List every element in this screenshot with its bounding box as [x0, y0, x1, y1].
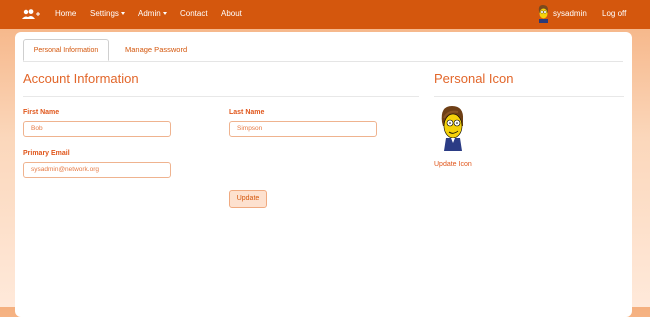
- account-divider: [23, 96, 419, 97]
- personal-avatar-image: [441, 106, 464, 151]
- tab-bar: Personal Information Manage Password: [23, 39, 623, 62]
- primary-email-field[interactable]: sysadmin@network.org: [23, 162, 171, 178]
- account-information-title: Account Information: [23, 71, 139, 86]
- last-name-field[interactable]: Simpson: [229, 121, 377, 137]
- top-navbar: Home Settings Admin Contact About sysadm…: [0, 0, 650, 29]
- primary-email-label: Primary Email: [23, 150, 70, 157]
- first-name-label: First Name: [23, 109, 60, 116]
- personal-icon-title: Personal Icon: [434, 71, 514, 86]
- nav-contact[interactable]: Contact: [180, 9, 208, 18]
- nav-logoff[interactable]: Log off: [602, 9, 626, 18]
- users-icon[interactable]: [22, 9, 40, 20]
- tab-manage-password[interactable]: Manage Password: [117, 39, 195, 61]
- user-avatar-icon[interactable]: [537, 4, 550, 23]
- profile-card: Personal Information Manage Password Acc…: [15, 32, 632, 317]
- nav-settings-label: Settings: [90, 9, 119, 18]
- nav-admin[interactable]: Admin: [138, 9, 167, 18]
- nav-about[interactable]: About: [221, 9, 242, 18]
- nav-settings[interactable]: Settings: [90, 9, 125, 18]
- tab-personal-information[interactable]: Personal Information: [23, 39, 109, 61]
- nav-home[interactable]: Home: [55, 9, 76, 18]
- nav-username[interactable]: sysadmin: [553, 9, 587, 18]
- last-name-label: Last Name: [229, 109, 265, 116]
- update-button[interactable]: Update: [229, 190, 267, 208]
- personal-icon-divider: [434, 96, 624, 97]
- first-name-field[interactable]: Bob: [23, 121, 171, 137]
- update-icon-link[interactable]: Update Icon: [434, 161, 472, 168]
- nav-admin-label: Admin: [138, 9, 161, 18]
- chevron-down-icon: [162, 12, 167, 16]
- chevron-down-icon: [120, 12, 125, 16]
